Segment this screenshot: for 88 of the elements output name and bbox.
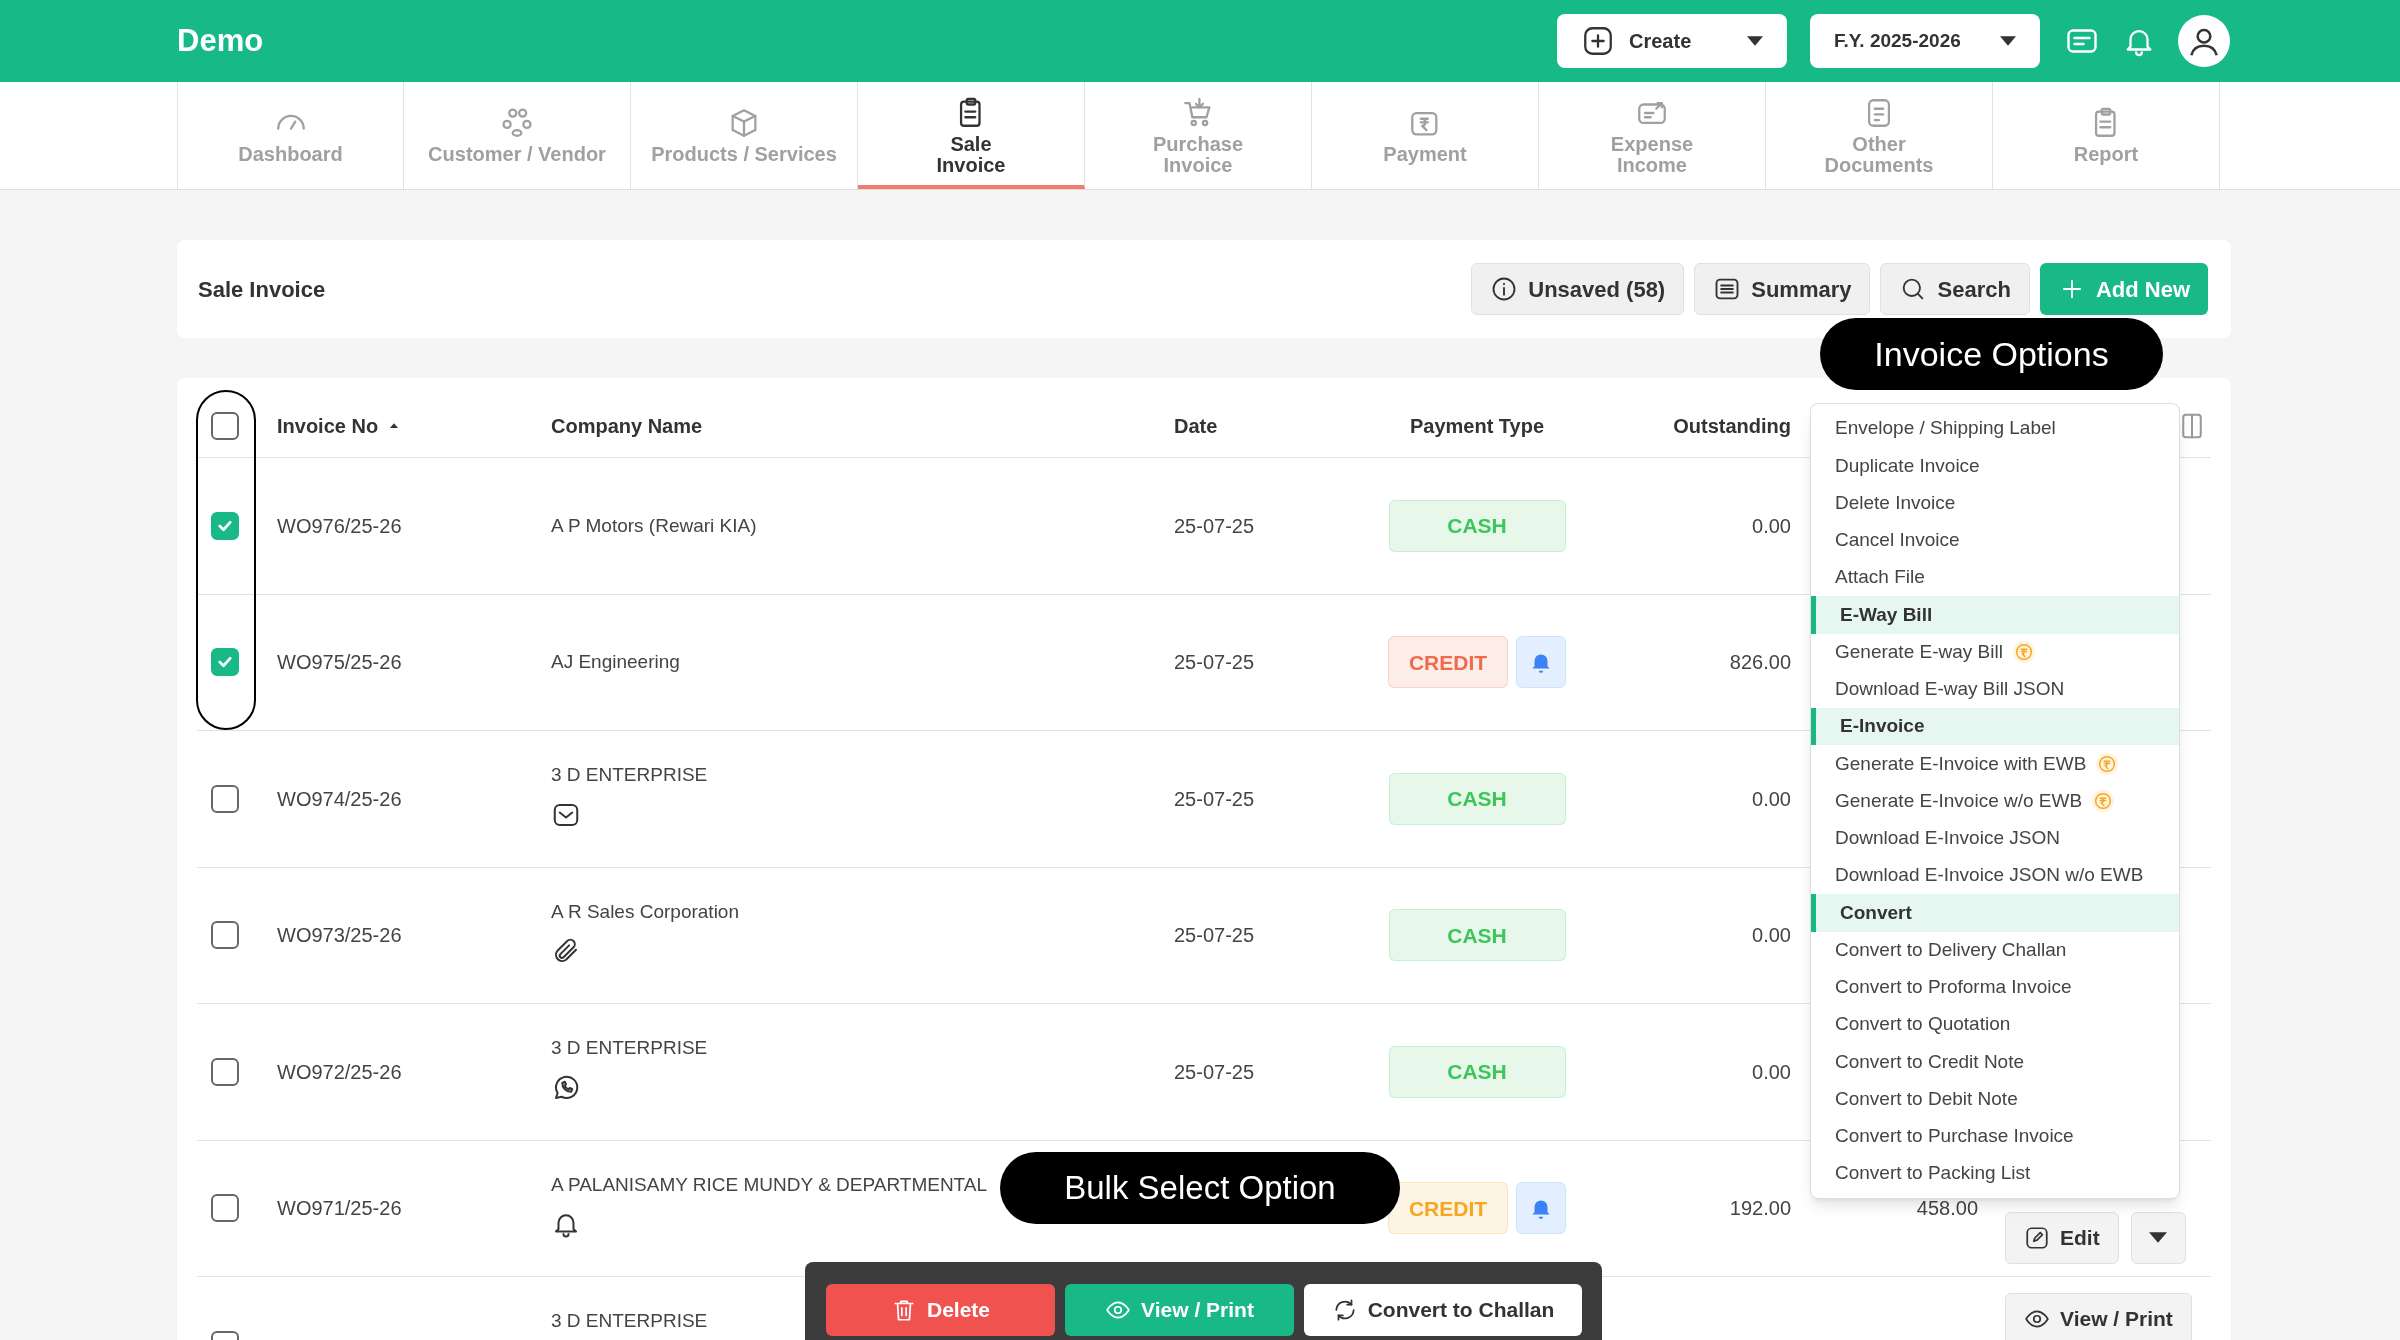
menu-item[interactable]: Download E-way Bill JSON bbox=[1811, 670, 2179, 708]
outstanding-amount: 0.00 bbox=[1752, 787, 1791, 810]
menu-item[interactable]: Cancel Invoice bbox=[1811, 521, 2179, 559]
menu-item[interactable]: Generate E-Invoice w/o EWB bbox=[1811, 782, 2179, 820]
invoice-number[interactable]: WO971/25-26 bbox=[277, 1197, 402, 1220]
amount-text: 458.00 bbox=[1916, 1196, 1978, 1219]
edit-button[interactable]: Edit bbox=[2005, 1211, 2119, 1264]
company-name: A PALANISAMY RICE MUNDY & DEPARTMENTAL bbox=[551, 1172, 988, 1197]
plus-icon bbox=[1581, 24, 1615, 58]
menu-item[interactable]: Generate E-Invoice with EWB bbox=[1811, 745, 2179, 783]
caret-icon bbox=[1747, 36, 1763, 46]
people-icon bbox=[500, 106, 534, 140]
menu-section-header: E-Way Bill bbox=[1811, 596, 2179, 634]
payment-type-badge: CREDIT bbox=[1388, 636, 1508, 689]
column-header[interactable]: Payment Type bbox=[1409, 410, 1545, 441]
date-text: 25-07-25 bbox=[1174, 514, 1255, 537]
menu-item[interactable]: Convert to Delivery Challan bbox=[1811, 931, 2179, 969]
menu-item[interactable]: Generate E-way Bill bbox=[1811, 633, 2179, 671]
outstanding-amount: 0.00 bbox=[1752, 924, 1791, 947]
outstanding-amount: 0.00 bbox=[1752, 514, 1791, 537]
date-text: 25-07-25 bbox=[1174, 924, 1255, 947]
outstanding-amount: 0.00 bbox=[1752, 1060, 1791, 1083]
payment-type-badge: CASH bbox=[1388, 909, 1566, 962]
menu-item[interactable]: Download E-Invoice JSON w/o EWB bbox=[1811, 857, 2179, 895]
invoice-number[interactable]: WO975/25-26 bbox=[277, 651, 402, 674]
checkbox[interactable] bbox=[211, 411, 239, 440]
search-button[interactable]: Search bbox=[1880, 263, 2030, 315]
info-button[interactable]: Unsaved (58) bbox=[1471, 263, 1685, 315]
payment-type-badge: CASH bbox=[1388, 1045, 1566, 1098]
column-header[interactable]: Outstanding bbox=[1673, 410, 1791, 441]
checkbox[interactable] bbox=[211, 1194, 239, 1223]
fiscal-year-dropdown[interactable]: F.Y. 2025-2026 bbox=[1810, 14, 2040, 68]
checkbox[interactable] bbox=[211, 784, 239, 813]
menu-item[interactable]: Duplicate Invoice bbox=[1811, 447, 2179, 485]
page-title: Sale Invoice bbox=[198, 275, 326, 304]
outstanding-amount: 826.00 bbox=[1729, 651, 1791, 674]
checkbox[interactable] bbox=[211, 1057, 239, 1086]
company-name: 3 D ENTERPRISE bbox=[551, 1309, 708, 1333]
date-text: 25-07-25 bbox=[1174, 787, 1255, 810]
invoice-number[interactable]: WO972/25-26 bbox=[277, 1060, 402, 1083]
nav-tab[interactable]: Sale Invoice bbox=[858, 82, 1085, 189]
convert-button[interactable]: Convert to Challan bbox=[1304, 1284, 1582, 1336]
invoice-number[interactable]: WO973/25-26 bbox=[277, 924, 402, 947]
menu-item[interactable]: Delete Invoice bbox=[1811, 484, 2179, 522]
create-button[interactable]: Create bbox=[1557, 14, 1787, 68]
checkbox[interactable] bbox=[211, 511, 239, 540]
menu-item[interactable]: Convert to Quotation bbox=[1811, 1006, 2179, 1044]
company-name: A P Motors (Rewari KIA) bbox=[551, 513, 757, 538]
company-name: 3 D ENTERPRISE bbox=[551, 1036, 708, 1060]
invoice-number[interactable]: WO974/25-26 bbox=[277, 787, 402, 810]
reminder-button[interactable] bbox=[1516, 636, 1566, 689]
more-dropdown-button[interactable] bbox=[2130, 1211, 2186, 1264]
pencil-icon bbox=[2024, 1224, 2050, 1251]
checkbox[interactable] bbox=[211, 648, 239, 677]
company-name: A R Sales Corporation bbox=[551, 899, 739, 924]
menu-item[interactable]: Convert to Purchase Invoice bbox=[1811, 1117, 2179, 1155]
checkbox[interactable] bbox=[211, 921, 239, 950]
menu-item[interactable]: Convert to Debit Note bbox=[1811, 1080, 2179, 1118]
view-print-button[interactable]: View / Print bbox=[2005, 1293, 2192, 1340]
callout-label: Bulk Select Option bbox=[1000, 1152, 1400, 1224]
caret-icon bbox=[2149, 1232, 2168, 1243]
avatar[interactable] bbox=[2178, 15, 2230, 67]
menu-item[interactable]: Download E-Invoice JSON bbox=[1811, 819, 2179, 857]
menu-item[interactable]: Convert to Packing List bbox=[1811, 1155, 2179, 1193]
menu-item[interactable]: Convert to Proforma Invoice bbox=[1811, 968, 2179, 1006]
invoice-number[interactable]: WO976/25-26 bbox=[277, 514, 402, 537]
summary-button[interactable]: Summary bbox=[1694, 263, 1871, 315]
payment-type-badge: CASH bbox=[1388, 772, 1566, 825]
menu-item[interactable]: Convert to Credit Note bbox=[1811, 1043, 2179, 1081]
trash-icon bbox=[891, 1297, 917, 1323]
caret-icon bbox=[2000, 36, 2016, 46]
reminder-button[interactable] bbox=[1516, 1182, 1566, 1235]
menu-item[interactable]: Attach File bbox=[1811, 559, 2179, 597]
date-text: 25-07-25 bbox=[1174, 651, 1255, 674]
date-text: 25-07-25 bbox=[1174, 1060, 1255, 1083]
column-header[interactable]: Company Name bbox=[551, 410, 703, 441]
callout-label: Invoice Options bbox=[1820, 318, 2163, 390]
app-title: Demo bbox=[177, 21, 264, 60]
outstanding-amount: 192.00 bbox=[1729, 1197, 1791, 1220]
column-header[interactable]: Invoice No bbox=[277, 410, 379, 441]
menu-section-header: Convert bbox=[1811, 894, 2179, 932]
payment-type-badge: CASH bbox=[1388, 499, 1566, 552]
column-header[interactable]: Date bbox=[1174, 410, 1218, 441]
payment-type-badge: CREDIT bbox=[1388, 1182, 1508, 1235]
company-name: 3 D ENTERPRISE bbox=[551, 763, 708, 787]
menu-section-header: E-Invoice bbox=[1811, 708, 2179, 746]
company-name: AJ Engineering bbox=[551, 650, 680, 674]
menu-item[interactable]: Envelope / Shipping Label bbox=[1811, 410, 2179, 448]
